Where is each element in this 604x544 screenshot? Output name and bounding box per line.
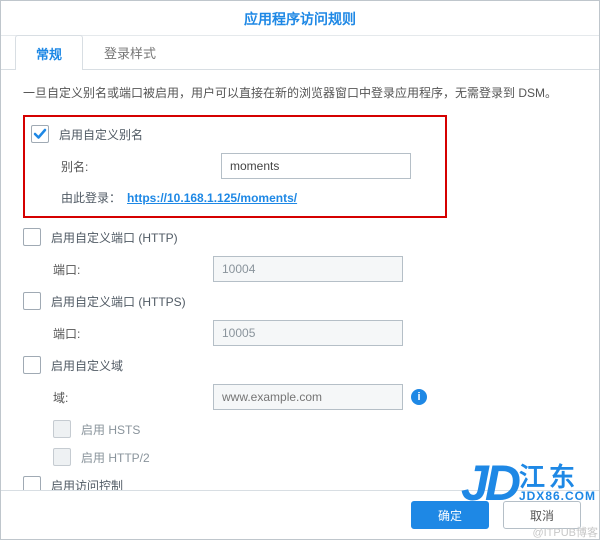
alias-section-highlight: 启用自定义别名 别名: 由此登录： https://10.168.1.125/m…	[23, 115, 447, 218]
enable-http-port-label: 启用自定义端口 (HTTP)	[51, 229, 178, 246]
enable-access-control-row: 启用访问控制	[23, 476, 577, 490]
https-port-input[interactable]	[213, 320, 403, 346]
enable-access-control-label: 启用访问控制	[51, 477, 123, 490]
http-port-field-label: 端口:	[53, 261, 213, 278]
enable-http2-row: 启用 HTTP/2	[53, 448, 577, 466]
enable-http-port-checkbox[interactable]	[23, 228, 41, 246]
enable-https-port-row: 启用自定义端口 (HTTPS)	[23, 292, 577, 310]
login-from-label: 由此登录：	[61, 189, 121, 206]
http-port-input[interactable]	[213, 256, 403, 282]
enable-https-port-checkbox[interactable]	[23, 292, 41, 310]
info-icon[interactable]: i	[411, 389, 427, 405]
enable-access-control-checkbox[interactable]	[23, 476, 41, 490]
http-port-field-row: 端口:	[53, 256, 577, 282]
alias-field-label: 别名:	[61, 158, 221, 175]
dialog-footer: 确定 取消	[1, 490, 599, 539]
enable-https-port-label: 启用自定义端口 (HTTPS)	[51, 293, 186, 310]
https-port-field-label: 端口:	[53, 325, 213, 342]
enable-domain-label: 启用自定义域	[51, 357, 123, 374]
enable-hsts-label: 启用 HSTS	[81, 421, 140, 438]
enable-hsts-row: 启用 HSTS	[53, 420, 577, 438]
cancel-button[interactable]: 取消	[503, 501, 581, 529]
domain-input[interactable]	[213, 384, 403, 410]
alias-field-row: 别名:	[61, 153, 437, 179]
dialog-body: 一旦自定义别名或端口被启用，用户可以直接在新的浏览器窗口中登录应用程序，无需登录…	[1, 70, 599, 490]
enable-alias-checkbox[interactable]	[31, 125, 49, 143]
https-port-field-row: 端口:	[53, 320, 577, 346]
enable-alias-label: 启用自定义别名	[59, 126, 143, 143]
intro-text: 一旦自定义别名或端口被启用，用户可以直接在新的浏览器窗口中登录应用程序，无需登录…	[23, 84, 577, 103]
alias-input[interactable]	[221, 153, 411, 179]
tab-general[interactable]: 常规	[15, 35, 83, 70]
tab-bar: 常规 登录样式	[1, 36, 599, 70]
login-url-link[interactable]: https://10.168.1.125/moments/	[127, 191, 297, 205]
check-icon	[33, 127, 47, 141]
enable-hsts-checkbox	[53, 420, 71, 438]
tab-login-style[interactable]: 登录样式	[83, 34, 177, 69]
enable-http2-label: 启用 HTTP/2	[81, 449, 150, 466]
domain-field-label: 域:	[53, 389, 213, 406]
dialog: 应用程序访问规则 常规 登录样式 一旦自定义别名或端口被启用，用户可以直接在新的…	[0, 0, 600, 540]
enable-http2-checkbox	[53, 448, 71, 466]
login-url-row: 由此登录： https://10.168.1.125/moments/	[61, 189, 437, 206]
enable-domain-row: 启用自定义域	[23, 356, 577, 374]
enable-domain-checkbox[interactable]	[23, 356, 41, 374]
ok-button[interactable]: 确定	[411, 501, 489, 529]
domain-field-row: 域: i	[53, 384, 577, 410]
enable-alias-row: 启用自定义别名	[31, 125, 437, 143]
enable-http-port-row: 启用自定义端口 (HTTP)	[23, 228, 577, 246]
dialog-title: 应用程序访问规则	[1, 1, 599, 36]
